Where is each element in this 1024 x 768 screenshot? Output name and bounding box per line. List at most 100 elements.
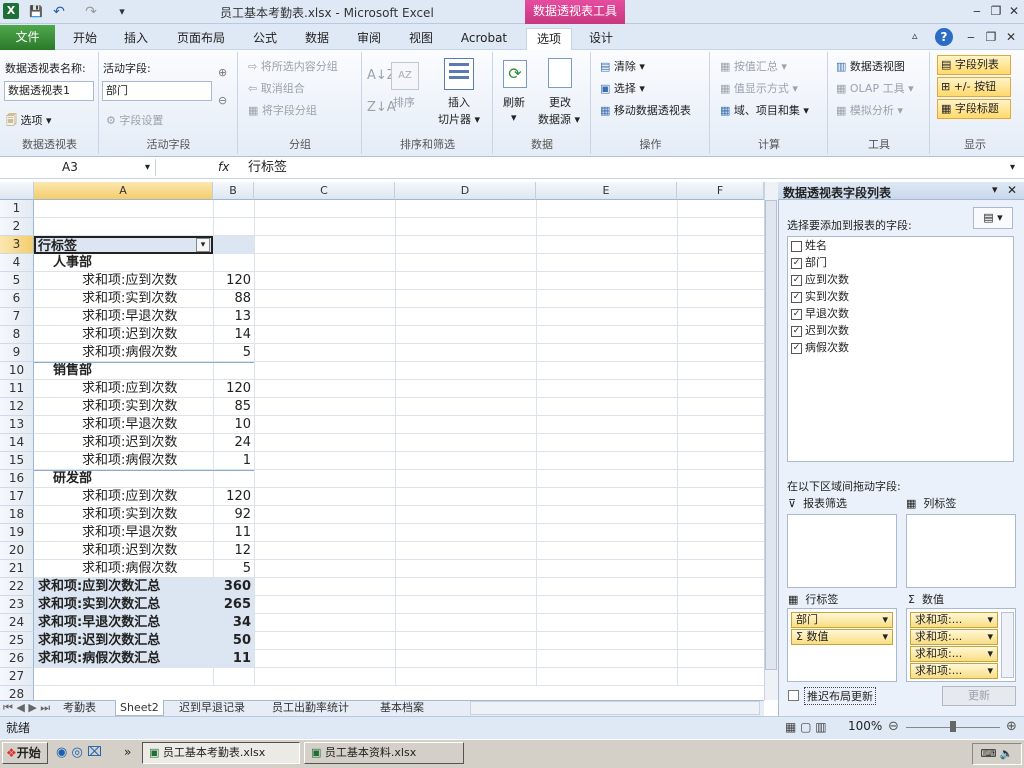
pivot-field-label[interactable]: 求和项:迟到次数 [35, 326, 212, 344]
row-header[interactable]: 2 [0, 218, 34, 236]
sheet-tab-3[interactable]: 迟到早退记录 [179, 700, 245, 716]
sort-dialog-icon[interactable]: AZ [391, 62, 419, 90]
field-item[interactable]: 姓名 [791, 237, 1011, 254]
field-checkbox[interactable]: ✓ [791, 274, 802, 286]
clear-button[interactable]: ▤ 清除 ▾ [600, 58, 645, 74]
grand-total-label[interactable]: 求和项:病假次数汇总 [35, 650, 212, 668]
name-box[interactable]: A3 [0, 159, 156, 176]
tab-formulas[interactable]: 公式 [244, 28, 286, 50]
column-header-e[interactable]: E [536, 182, 677, 200]
field-item[interactable]: ✓ 应到次数 [791, 271, 1011, 288]
sheet-tab-1[interactable]: 考勤表 [63, 700, 96, 716]
grand-total-value[interactable]: 265 [213, 596, 253, 614]
field-checkbox[interactable]: ✓ [791, 291, 802, 303]
whatif-button[interactable]: ▦ 模拟分析 ▾ [836, 102, 903, 118]
value-item[interactable]: 求和项:... ▾ [910, 646, 998, 662]
row-header[interactable]: 7 [0, 308, 34, 326]
row-header[interactable]: 11 [0, 380, 34, 398]
customize-qat-icon[interactable]: ▾ [115, 3, 129, 21]
tab-home[interactable]: 开始 [62, 28, 108, 50]
row-header[interactable]: 3 [0, 236, 34, 254]
zoom-slider-thumb[interactable] [950, 721, 956, 732]
summarize-values-button[interactable]: ▦ 按值汇总 ▾ [720, 58, 787, 74]
vertical-scroll-thumb[interactable] [765, 200, 777, 670]
row-item-values[interactable]: Σ 数值 ▾ [791, 629, 893, 645]
field-item[interactable]: ✓ 实到次数 [791, 288, 1011, 305]
value-item[interactable]: 求和项:... ▾ [910, 629, 998, 645]
pivot-field-label[interactable]: 求和项:实到次数 [35, 506, 212, 524]
minimize-icon[interactable]: ‒ [968, 2, 986, 20]
column-header-f[interactable]: F [677, 182, 764, 200]
taskbar-item-2[interactable]: ▣ 员工基本资料.xlsx [304, 742, 464, 764]
grand-total-value[interactable]: 50 [213, 632, 253, 650]
field-settings-button[interactable]: ⚙ 字段设置 [106, 112, 163, 128]
row-label-filter-icon[interactable]: ▾ [196, 238, 210, 252]
field-checkbox[interactable]: ✓ [791, 308, 802, 320]
fields-items-button[interactable]: ▦ 域、项目和集 ▾ [720, 102, 809, 118]
view-mode-icons[interactable]: ▦ ▢ ▥ [785, 720, 827, 734]
refresh-button[interactable]: 刷新 [503, 94, 525, 110]
row-header[interactable]: 12 [0, 398, 34, 416]
pivot-value[interactable]: 120 [213, 272, 253, 290]
tab-file[interactable]: 文件 [0, 25, 55, 50]
row-header[interactable]: 8 [0, 326, 34, 344]
redo-icon[interactable]: ↷ [82, 3, 100, 21]
sheet-tab-4[interactable]: 员工出勤率统计 [272, 700, 349, 716]
tab-acrobat[interactable]: Acrobat [454, 28, 514, 50]
tab-insert[interactable]: 插入 [113, 28, 159, 50]
row-header[interactable]: 27 [0, 668, 34, 686]
defer-update-checkbox[interactable] [788, 690, 799, 701]
undo-icon[interactable]: ↶ [50, 3, 68, 21]
pivot-value[interactable]: 11 [213, 524, 253, 542]
formula-input[interactable]: 行标签 [248, 159, 287, 176]
row-header[interactable]: 22 [0, 578, 34, 596]
column-header-a[interactable]: A [34, 182, 213, 200]
quicklaunch-icons[interactable]: ◉ ◎ ⌧ [56, 745, 102, 760]
sort-za-icon[interactable]: Z↓A [367, 100, 396, 115]
tab-view[interactable]: 视图 [400, 28, 442, 50]
grand-total-label[interactable]: 求和项:应到次数汇总 [35, 578, 212, 596]
row-header[interactable]: 17 [0, 488, 34, 506]
layout-options-icon[interactable]: ▤ ▾ [973, 207, 1013, 229]
sheet-nav-icons[interactable]: ⏮ ◀ ▶ ⏭ [3, 700, 50, 716]
name-box-dropdown-icon[interactable]: ▾ [145, 159, 150, 176]
row-header[interactable]: 9 [0, 344, 34, 362]
grand-total-value[interactable]: 360 [213, 578, 253, 596]
pivotchart-button[interactable]: ▥ 数据透视图 [836, 58, 905, 74]
row-header[interactable]: 23 [0, 596, 34, 614]
change-source-button-2[interactable]: 数据源 ▾ [538, 111, 580, 127]
pivot-field-label[interactable]: 求和项:应到次数 [35, 380, 212, 398]
row-header[interactable]: 19 [0, 524, 34, 542]
grand-total-value[interactable]: 11 [213, 650, 253, 668]
pivot-field-label[interactable]: 求和项:病假次数 [35, 560, 212, 578]
pivot-value[interactable]: 88 [213, 290, 253, 308]
row-header[interactable]: 25 [0, 632, 34, 650]
field-headers-toggle[interactable]: ▦ 字段标题 [937, 99, 1011, 119]
active-field-input[interactable]: 部门 [102, 81, 212, 101]
save-icon[interactable]: 💾 [27, 3, 45, 21]
pivot-value[interactable]: 14 [213, 326, 253, 344]
column-header-c[interactable]: C [254, 182, 395, 200]
sheet-tab-5[interactable]: 基本档案 [380, 700, 424, 716]
insert-slicer-button[interactable]: 插入 [448, 94, 470, 110]
refresh-dropdown[interactable]: ▾ [511, 111, 517, 124]
pivot-department-label[interactable]: 销售部 [35, 362, 212, 380]
move-pivot-button[interactable]: ▦ 移动数据透视表 [600, 102, 691, 118]
pivot-name-input[interactable]: 数据透视表1 [4, 81, 94, 101]
pivot-field-label[interactable]: 求和项:早退次数 [35, 308, 212, 326]
row-header[interactable]: 26 [0, 650, 34, 668]
row-header[interactable]: 24 [0, 614, 34, 632]
wb-close-icon[interactable]: ✕ [1002, 28, 1020, 46]
row-item-department[interactable]: 部门 ▾ [791, 612, 893, 628]
tab-design[interactable]: 设计 [580, 28, 622, 50]
horizontal-scrollbar[interactable] [470, 701, 760, 715]
taskbar-item-1[interactable]: ▣ 员工基本考勤表.xlsx [142, 742, 300, 764]
group-field-button[interactable]: ▦ 将字段分组 [248, 102, 317, 118]
pivot-value[interactable]: 92 [213, 506, 253, 524]
value-item[interactable]: 求和项:... ▾ [910, 663, 998, 679]
field-checkbox[interactable]: ✓ [791, 257, 802, 269]
row-header[interactable]: 18 [0, 506, 34, 524]
collapse-field-icon[interactable]: ⊖ [218, 94, 227, 107]
update-button[interactable]: 更新 [942, 686, 1016, 706]
insert-slicer-button-2[interactable]: 切片器 ▾ [438, 111, 480, 127]
